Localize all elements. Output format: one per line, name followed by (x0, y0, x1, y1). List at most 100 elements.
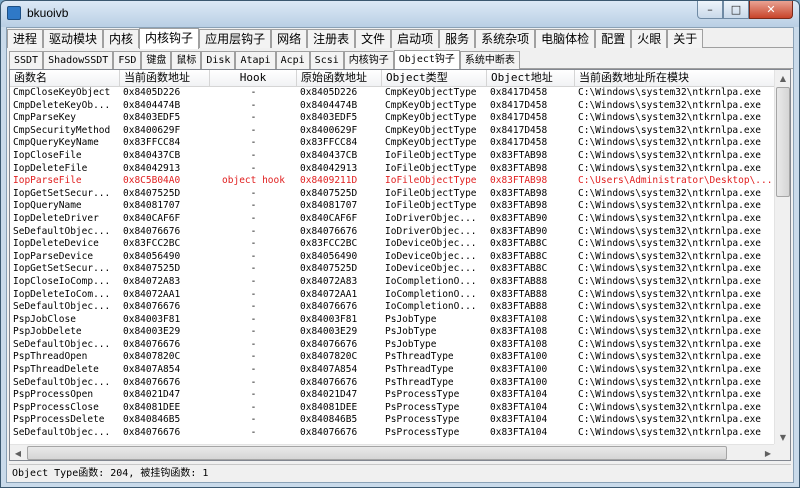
table-row[interactable]: IopParseFile 0x8C5B04A0 object hook 0x84092… (10, 175, 776, 188)
table-row[interactable]: CmpCloseKeyObject 0x8405D226 - 0x8405D226 Cm… (10, 87, 776, 100)
table-row[interactable]: SeDefaultObjec... 0x84076676 - 0x84076676 Ps… (10, 427, 776, 440)
sub-tab[interactable]: Object钩子 (393, 50, 460, 70)
main-tab[interactable]: 网络 (271, 29, 308, 48)
column-header[interactable]: 当前函数地址 (120, 70, 210, 87)
horizontal-scrollbar[interactable]: ◀ ▶ (10, 444, 776, 460)
list-header: 函数名 当前函数地址 Hook 原始函数地址 Object类型 Object地址 当前函数地… (10, 70, 776, 87)
main-tab[interactable]: 应用层钩子 (199, 29, 272, 48)
main-tab[interactable]: 电脑体检 (535, 29, 596, 48)
horizontal-scroll-thumb[interactable] (27, 446, 727, 460)
table-row[interactable]: CmpDeleteKeyOb... 0x8404474B - 0x8404474B Cm… (10, 100, 776, 113)
sub-tab[interactable]: 系统中断表 (459, 51, 520, 69)
sub-tab[interactable]: ShadowSSDT (43, 51, 114, 69)
table-cell: - (250, 288, 257, 300)
table-row[interactable]: PspProcessClose 0x84081DEE - 0x84081DEE PsPr… (10, 402, 776, 415)
table-row[interactable]: PspProcessOpen 0x84021D47 - 0x84021D47 PsPro… (10, 389, 776, 402)
sub-tab[interactable]: 鼠标 (171, 51, 202, 69)
column-header[interactable]: 当前函数地址所在模块 (575, 70, 776, 87)
table-row[interactable]: IopQueryName 0x84081707 - 0x84081707 IoFileO… (10, 200, 776, 213)
table-cell: 0x8407525D (300, 187, 358, 199)
main-tab[interactable]: 进程 (7, 29, 44, 48)
main-tab-bar: 进程 驱动模块 内核 内核钩子 应用层钩子 网络 注册表 文件 启动项 服务 系统杂项 电脑体检 配置火… (7, 28, 793, 49)
table-row[interactable]: PspJobDelete 0x84003E29 - 0x84003E29 PsJobTy… (10, 326, 776, 339)
table-row[interactable]: PspJobClose 0x84003F81 - 0x84003F81 PsJobTyp… (10, 314, 776, 327)
table-cell: - (250, 187, 257, 199)
scroll-up-arrow-icon[interactable]: ▲ (775, 70, 790, 86)
sub-tab[interactable]: Disk (201, 51, 236, 69)
client-area: 进程 驱动模块 内核 内核钩子 应用层钩子 网络 注册表 文件 启动项 服务 系统杂项 电脑体检 配置火… (6, 27, 794, 483)
object-hook-list[interactable]: 函数名 当前函数地址 Hook 原始函数地址 Object类型 Object地址 当前函数地… (9, 69, 791, 461)
table-cell: 0x83FTA104 (490, 414, 548, 426)
sub-tab[interactable]: 键盘 (141, 51, 172, 69)
table-row[interactable]: CmpSecurityMethod 0x8400629F - 0x8400629F Cm… (10, 125, 776, 138)
table-cell: 0x84076676 (300, 338, 358, 350)
table-row[interactable]: PspProcessDelete 0x840846B5 - 0x840846B5 PsP… (10, 414, 776, 427)
table-row[interactable]: IopGetSetSecur... 0x8407525D - 0x8407525D Io… (10, 188, 776, 201)
main-tab[interactable]: 内核钩子 (139, 28, 200, 49)
sub-tab[interactable]: Acpi (275, 51, 310, 69)
table-cell: C:\Windows\system32\ntkrnlpa.exe (578, 401, 762, 413)
sub-tab[interactable]: SSDT (9, 51, 44, 69)
sub-tab[interactable]: Atapi (235, 51, 276, 69)
table-row[interactable]: CmpQueryKeyName 0x83FFCC84 - 0x83FFCC84 CmpK… (10, 137, 776, 150)
main-tab[interactable]: 火眼 (631, 29, 668, 48)
main-tab[interactable]: 注册表 (307, 29, 356, 48)
column-header[interactable]: Object地址 (487, 70, 575, 87)
main-tab[interactable]: 驱动模块 (43, 29, 104, 48)
column-header[interactable]: 原始函数地址 (297, 70, 382, 87)
table-cell: 0x8C5B04A0 (123, 175, 181, 187)
table-cell: IopGetSetSecur... (13, 263, 111, 275)
table-row[interactable]: SeDefaultObjec... 0x84076676 - 0x84076676 Ps… (10, 339, 776, 352)
maximize-button[interactable]: □ (723, 1, 749, 19)
table-row[interactable]: CmpParseKey 0x8403EDF5 - 0x8403EDF5 CmpKeyOb… (10, 112, 776, 125)
table-cell: 0x83FTAB90 (490, 212, 548, 224)
table-cell: C:\Windows\system32\ntkrnlpa.exe (578, 313, 762, 325)
main-tab[interactable]: 文件 (355, 29, 392, 48)
column-header[interactable]: Hook (210, 70, 297, 87)
table-row[interactable]: IopDeleteDevice 0x83FCC2BC - 0x83FCC2BC IoDe… (10, 238, 776, 251)
table-cell: 0x83FTAB8C (490, 250, 548, 262)
table-cell: 0x8409211D (300, 175, 358, 187)
table-row[interactable]: IopCloseFile 0x840437CB - 0x840437CB IoFileO… (10, 150, 776, 163)
table-row[interactable]: SeDefaultObjec... 0x84076676 - 0x84076676 Ps… (10, 377, 776, 390)
table-cell: 0x83FTA100 (490, 364, 548, 376)
vertical-scrollbar[interactable]: ▲ ▼ (774, 70, 790, 445)
main-tab[interactable]: 服务 (439, 29, 476, 48)
close-button[interactable]: ✕ (749, 1, 793, 19)
table-row[interactable]: IopCloseIoComp... 0x84072A83 - 0x84072A83 Io… (10, 276, 776, 289)
main-tab[interactable]: 系统杂项 (475, 29, 536, 48)
title-bar[interactable]: bkuoivb – □ ✕ (1, 1, 799, 27)
table-cell: 0x8407525D (123, 263, 181, 275)
table-cell: PspProcessDelete (13, 414, 105, 426)
table-row[interactable]: IopDeleteFile 0x84042913 - 0x84042913 IoFile… (10, 163, 776, 176)
main-tab[interactable]: 关于 (667, 29, 704, 48)
table-cell: 0x84021D47 (300, 389, 358, 401)
table-row[interactable]: SeDefaultObjec... 0x84076676 - 0x84076676 Io… (10, 226, 776, 239)
table-row[interactable]: IopParseDevice 0x84056490 - 0x84056490 IoDev… (10, 251, 776, 264)
main-tab[interactable]: 启动项 (391, 29, 440, 48)
vertical-scroll-thumb[interactable] (776, 87, 790, 197)
table-row[interactable]: PspThreadDelete 0x8407A854 - 0x8407A854 PsTh… (10, 364, 776, 377)
table-row[interactable]: SeDefaultObjec... 0x84076676 - 0x84076676 Io… (10, 301, 776, 314)
minimize-button[interactable]: – (697, 1, 723, 19)
table-cell: IoFileObjectType (385, 200, 477, 212)
table-cell: SeDefaultObjec... (13, 427, 111, 439)
main-tab[interactable]: 配置 (595, 29, 632, 48)
table-row[interactable]: IopDeleteDriver 0x840CAF6F - 0x840CAF6F IoDr… (10, 213, 776, 226)
table-cell: C:\Windows\system32\ntkrnlpa.exe (578, 338, 762, 350)
table-row[interactable]: IopDeleteIoCom... 0x84072AA1 - 0x84072AA1 Io… (10, 289, 776, 302)
sub-tab[interactable]: Scsi (309, 51, 344, 69)
table-row[interactable]: IopGetSetSecur... 0x8407525D - 0x8407525D Io… (10, 263, 776, 276)
table-cell: 0x83FFCC84 (300, 137, 358, 149)
table-row[interactable]: PspThreadOpen 0x8407820C - 0x8407820C PsThre… (10, 351, 776, 364)
scroll-down-arrow-icon[interactable]: ▼ (775, 429, 790, 445)
sub-tab[interactable]: 内核钩子 (343, 51, 394, 69)
column-header[interactable]: 函数名 (10, 70, 120, 87)
table-cell: 0x84076676 (300, 376, 358, 388)
table-cell: - (250, 87, 257, 98)
scroll-left-arrow-icon[interactable]: ◀ (10, 445, 26, 460)
table-cell: IoFileObjectType (385, 187, 477, 199)
sub-tab[interactable]: FSD (113, 51, 142, 69)
column-header[interactable]: Object类型 (382, 70, 487, 87)
main-tab[interactable]: 内核 (103, 29, 140, 48)
